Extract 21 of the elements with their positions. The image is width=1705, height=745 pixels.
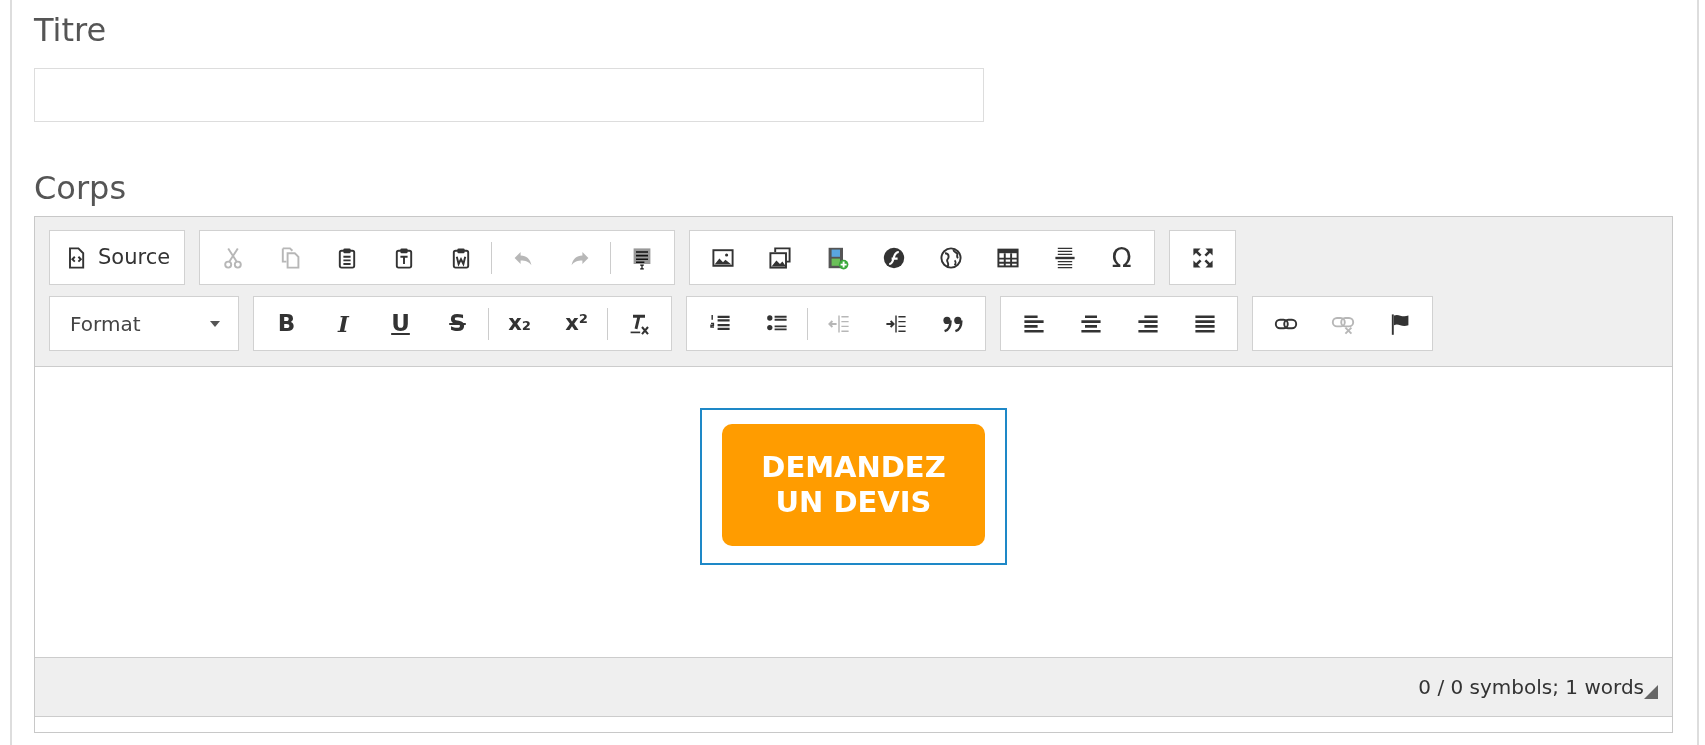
banner-text: UN DEVIS: [775, 485, 932, 520]
caret-icon: [210, 320, 220, 327]
strikethrough-button[interactable]: S: [429, 297, 486, 350]
flash-icon: [881, 245, 906, 270]
superscript-button[interactable]: x²: [548, 297, 605, 350]
source-button[interactable]: Source: [54, 231, 181, 284]
bold-button[interactable]: B: [258, 297, 315, 350]
word-count-text: 0 / 0 symbols; 1 words: [1418, 674, 1644, 701]
subscript-button[interactable]: x₂: [491, 297, 548, 350]
field-label: Corps: [34, 168, 127, 209]
field-label: Titre: [34, 10, 107, 51]
title-input[interactable]: [34, 68, 984, 122]
images-icon: [767, 245, 792, 270]
horizontal-rule-icon: [1052, 245, 1077, 270]
underline-button[interactable]: U: [372, 297, 429, 350]
resize-handle-icon[interactable]: [1644, 685, 1658, 699]
globe-icon: [938, 245, 963, 270]
maximize-icon: [1190, 245, 1215, 270]
italic-button[interactable]: I: [315, 297, 372, 350]
banner-text: DEMANDEZ: [761, 450, 946, 485]
omega-button[interactable]: Ω: [1093, 231, 1151, 284]
